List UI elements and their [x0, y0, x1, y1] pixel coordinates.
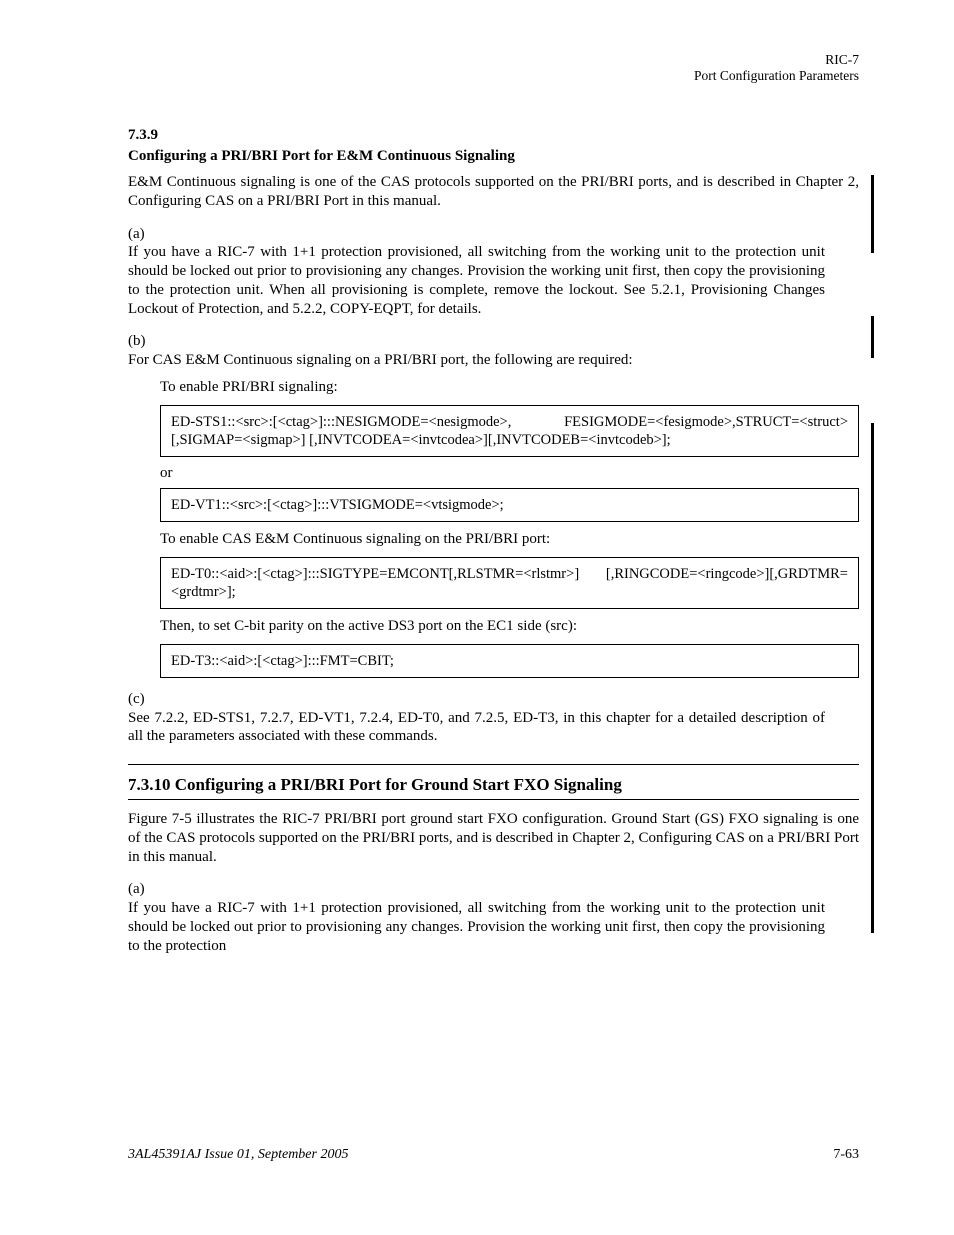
divider	[128, 799, 859, 800]
paragraph: (a) If you have a RIC-7 with 1+1 protect…	[128, 880, 859, 955]
intro-text: To enable CAS E&M Continuous signaling o…	[160, 530, 859, 549]
or-text: or	[160, 465, 859, 482]
page-header: RIC-7 Port Configuration Parameters	[694, 52, 859, 84]
item-label: (c)	[128, 690, 160, 709]
divider	[128, 764, 859, 765]
paragraph: (b) For CAS E&M Continuous signaling on …	[128, 332, 859, 370]
item-label: (a)	[128, 225, 160, 244]
header-line-2: Port Configuration Parameters	[694, 68, 859, 84]
item-text: If you have a RIC-7 with 1+1 protection …	[128, 243, 825, 318]
intro-text: To enable PRI/BRI signaling:	[160, 378, 859, 397]
section-title: Configuring a PRI/BRI Port for E&M Conti…	[128, 148, 859, 165]
revision-bar	[871, 423, 874, 933]
intro-text: Then, to set C-bit parity on the active …	[160, 617, 859, 636]
paragraph: (c) See 7.2.2, ED-STS1, 7.2.7, ED-VT1, 7…	[128, 690, 859, 746]
item-text: For CAS E&M Continuous signaling on a PR…	[128, 351, 825, 370]
command-box: ED-T0::<aid>:[<ctag>]:::SIGTYPE=EMCONT[,…	[160, 557, 859, 609]
page: RIC-7 Port Configuration Parameters 7.3.…	[0, 0, 954, 1235]
item-text: See 7.2.2, ED-STS1, 7.2.7, ED-VT1, 7.2.4…	[128, 709, 825, 747]
command-box: ED-STS1::<src>:[<ctag>]:::NESIGMODE=<nes…	[160, 405, 859, 457]
item-text: If you have a RIC-7 with 1+1 protection …	[128, 899, 825, 955]
section-number: 7.3.9	[128, 127, 859, 144]
command-box: ED-T3::<aid>:[<ctag>]:::FMT=CBIT;	[160, 644, 859, 678]
paragraph: (a) If you have a RIC-7 with 1+1 protect…	[128, 225, 859, 319]
paragraph: Figure 7-5 illustrates the RIC-7 PRI/BRI…	[128, 810, 859, 866]
paragraph: E&M Continuous signaling is one of the C…	[128, 173, 859, 211]
revision-bar	[871, 316, 874, 358]
revision-bar	[871, 175, 874, 253]
header-line-1: RIC-7	[694, 52, 859, 68]
command-box: ED-VT1::<src>:[<ctag>]:::VTSIGMODE=<vtsi…	[160, 488, 859, 522]
item-label: (b)	[128, 332, 160, 351]
item-label: (a)	[128, 880, 160, 899]
footer-left: 3AL45391AJ Issue 01, September 2005	[128, 1147, 348, 1163]
section-heading: 7.3.10 Configuring a PRI/BRI Port for Gr…	[128, 775, 859, 795]
footer-right: 7-63	[833, 1147, 859, 1163]
